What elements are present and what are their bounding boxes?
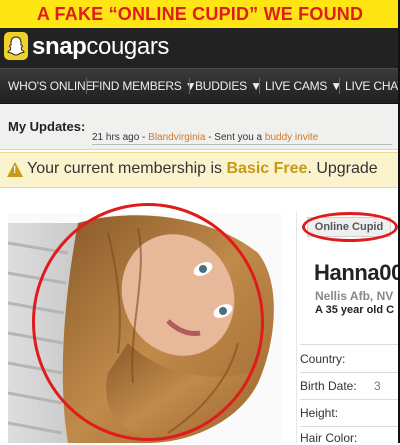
membership-text: Your current membership is Basic Free. U…	[27, 160, 378, 178]
my-updates-title: My Updates:	[8, 119, 86, 134]
update-time: 21 hrs ago -	[92, 132, 149, 143]
snapcougars-logo[interactable]: snapcougars	[32, 33, 169, 61]
nav-separator	[189, 78, 190, 94]
highlight-circle-photo	[32, 203, 264, 441]
highlight-circle-badge	[302, 212, 398, 242]
profile-tagline: A 35 year old C	[315, 304, 395, 316]
update-entry: 21 hrs ago - Blandvirginia - Sent you a …	[92, 132, 318, 143]
field-height-label: Height:	[300, 406, 339, 420]
my-updates-panel: My Updates: 21 hrs ago - Blandvirginia -…	[0, 104, 400, 150]
nav-find-members[interactable]: FIND MEMBERS ▼	[92, 69, 197, 103]
fake-cupid-banner: A FAKE “ONLINE CUPID” WE FOUND	[0, 0, 400, 28]
update-text: - Sent you a	[205, 132, 265, 143]
profile-location: Nellis Afb, NV	[315, 289, 394, 303]
profile-divider	[296, 212, 297, 443]
nav-buddies[interactable]: BUDDIES ▼	[195, 69, 262, 103]
upgrade-link[interactable]: . Upgrade	[307, 160, 377, 177]
details-divider	[300, 426, 400, 427]
nav-live-cams[interactable]: LIVE CAMS ▼	[265, 69, 342, 103]
warning-icon: !	[7, 162, 23, 177]
nav-whos-online[interactable]: WHO'S ONLINE	[8, 69, 93, 103]
membership-plan: Basic Free	[226, 160, 308, 177]
details-divider	[300, 399, 400, 400]
details-divider	[300, 372, 400, 373]
updates-divider	[92, 144, 392, 145]
main-nav: WHO'S ONLINE FIND MEMBERS ▼ BUDDIES ▼ LI…	[0, 68, 400, 104]
update-user-link[interactable]: Blandvirginia	[148, 132, 205, 143]
field-birthdate-value: 3	[374, 379, 381, 393]
field-birthdate-label: Birth Date:	[300, 379, 357, 393]
nav-live-chat[interactable]: LIVE CHAT	[345, 69, 400, 103]
field-country-label: Country:	[300, 352, 346, 366]
nav-separator	[339, 78, 340, 94]
snapcougars-logo-icon[interactable]	[4, 32, 28, 60]
site-header: snapcougars	[0, 28, 400, 68]
buddy-invite-link[interactable]: buddy invite	[265, 132, 318, 143]
profile-name: Hanna00	[314, 260, 400, 285]
membership-alert: ! Your current membership is Basic Free.…	[0, 152, 400, 188]
nav-separator	[259, 78, 260, 94]
details-divider	[300, 344, 400, 345]
membership-prefix: Your current membership is	[27, 160, 227, 177]
nav-separator	[86, 78, 87, 94]
